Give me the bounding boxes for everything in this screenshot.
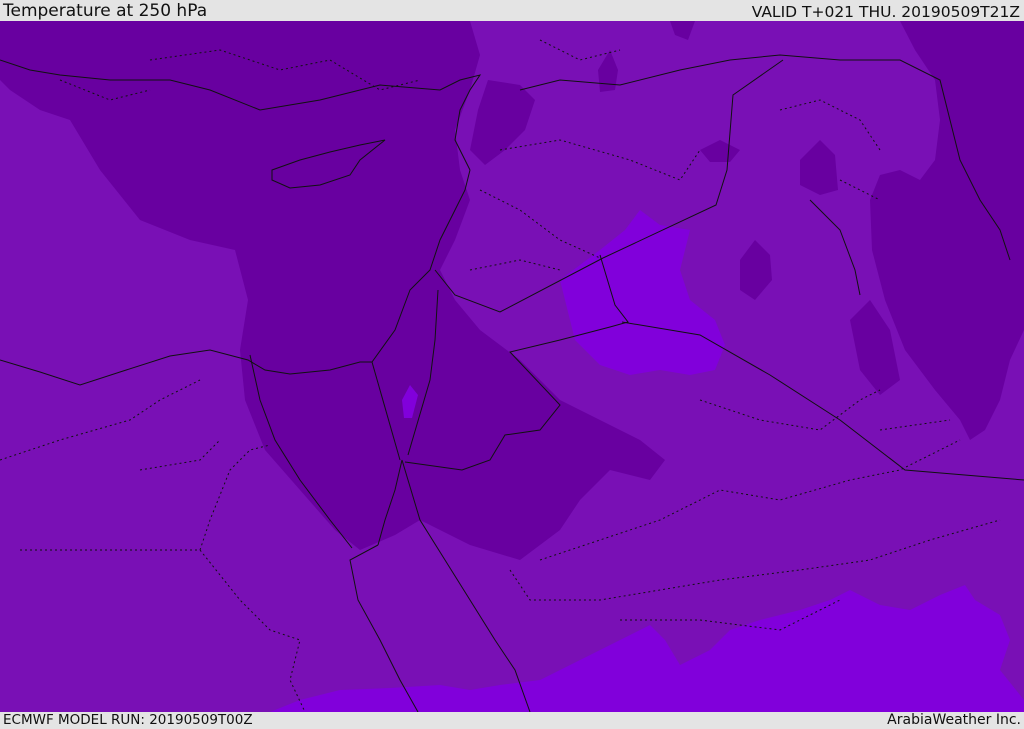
valid-time: VALID T+021 THU. 20190509T21Z [751, 3, 1020, 21]
credit-label: ArabiaWeather Inc. [887, 712, 1021, 728]
model-run-label: ECMWF MODEL RUN: 20190509T00Z [3, 712, 253, 728]
header-bar: Temperature at 250 hPa VALID T+021 THU. … [0, 0, 1024, 21]
footer-bar: ECMWF MODEL RUN: 20190509T00Z ArabiaWeat… [0, 712, 1024, 729]
temperature-map[interactable] [0, 21, 1024, 712]
map-title: Temperature at 250 hPa [3, 1, 208, 21]
